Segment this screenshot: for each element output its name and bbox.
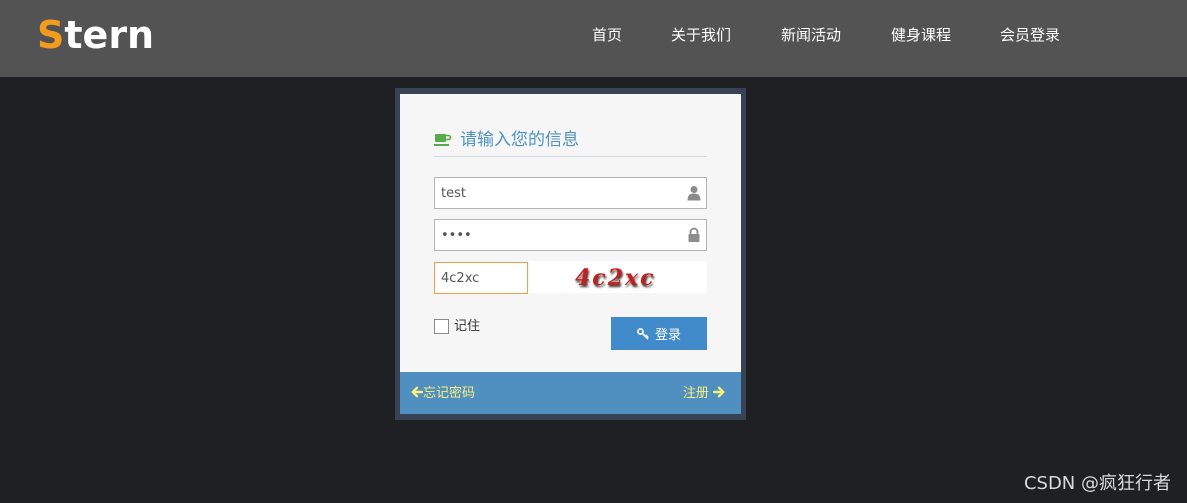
checkbox-box[interactable] — [434, 319, 449, 334]
captcha-field[interactable] — [434, 262, 528, 294]
register-label: 注册 — [682, 386, 709, 401]
top-navbar: Stern 首页 关于我们 新闻活动 健身课程 会员登录 — [0, 0, 1187, 77]
username-input[interactable] — [435, 178, 671, 208]
nav-item-home[interactable]: 首页 — [592, 25, 622, 45]
captcha-image-text: 4c2xc — [575, 265, 656, 291]
login-panel: 请输入您的信息 4c2xc 记住 — [395, 88, 746, 420]
login-title: 请输入您的信息 — [460, 130, 579, 150]
lock-icon — [688, 227, 700, 242]
username-field[interactable] — [434, 177, 707, 209]
user-icon — [687, 186, 701, 201]
logo-rest: tern — [64, 13, 155, 57]
key-icon — [637, 328, 649, 340]
arrow-left-icon — [411, 386, 423, 398]
captcha-image[interactable]: 4c2xc — [529, 261, 707, 293]
login-button-label: 登录 — [654, 328, 681, 343]
nav-item-about[interactable]: 关于我们 — [671, 25, 731, 45]
nav-item-member-login[interactable]: 会员登录 — [1000, 25, 1060, 45]
brand-logo[interactable]: Stern — [37, 12, 154, 58]
forgot-password-link[interactable]: 忘记密码 — [411, 385, 475, 402]
login-heading: 请输入您的信息 — [434, 128, 707, 157]
coffee-icon — [434, 134, 452, 146]
captcha-input[interactable] — [435, 263, 527, 293]
nav-item-courses[interactable]: 健身课程 — [891, 25, 951, 45]
login-footer: 忘记密码 注册 — [400, 372, 741, 414]
password-input[interactable] — [435, 220, 671, 250]
register-link[interactable]: 注册 — [683, 385, 725, 402]
login-form: 请输入您的信息 4c2xc 记住 — [400, 94, 741, 372]
watermark: CSDN @疯狂行者 — [1023, 473, 1171, 494]
password-field[interactable] — [434, 219, 707, 251]
nav-item-news[interactable]: 新闻活动 — [781, 25, 841, 45]
remember-label: 记住 — [454, 319, 481, 334]
logo-first-letter: S — [37, 13, 65, 57]
forgot-password-label: 忘记密码 — [423, 386, 476, 401]
login-button[interactable]: 登录 — [611, 317, 707, 350]
arrow-right-icon — [713, 386, 725, 398]
